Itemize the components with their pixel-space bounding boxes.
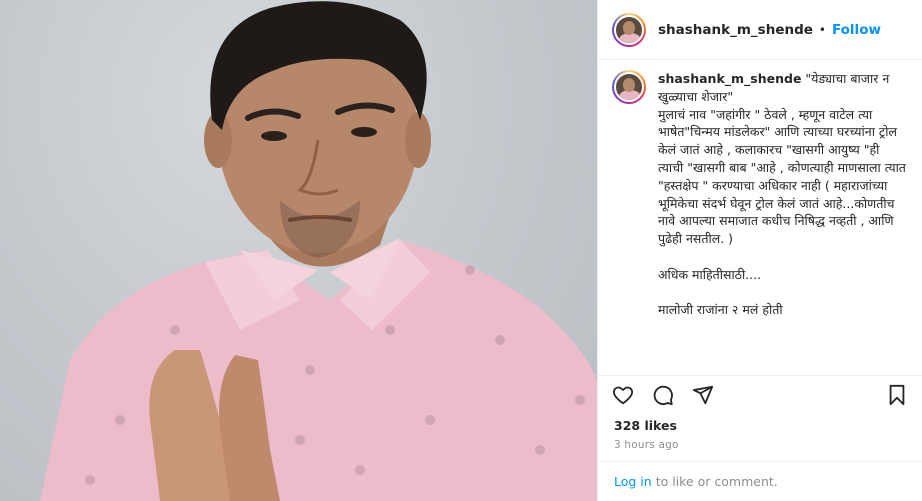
action-bar xyxy=(598,375,922,413)
instagram-post: shashank_m_shende • Follow shashank_m_sh… xyxy=(0,0,922,501)
comment-icon[interactable] xyxy=(650,382,676,408)
likes-count[interactable]: 328 likes xyxy=(598,413,922,435)
bookmark-icon[interactable] xyxy=(884,382,910,408)
portrait-image xyxy=(40,1,597,501)
caption-avatar[interactable] xyxy=(612,70,646,104)
login-prompt-text: to like or comment. xyxy=(655,474,778,489)
send-icon[interactable] xyxy=(690,382,716,408)
login-prompt: Log in to like or comment. xyxy=(598,461,922,501)
post-photo[interactable] xyxy=(0,0,597,501)
post-side-panel: shashank_m_shende • Follow shashank_m_sh… xyxy=(597,0,922,501)
separator-dot: • xyxy=(818,22,826,37)
avatar[interactable] xyxy=(612,12,646,47)
caption-text: shashank_m_shende "येड्याचा बाजार न खुळ्… xyxy=(658,70,908,375)
login-link[interactable]: Log in xyxy=(614,474,652,489)
post-timestamp[interactable]: 3 hours ago xyxy=(598,435,922,455)
caption-username[interactable]: shashank_m_shende xyxy=(658,71,801,86)
post-header: shashank_m_shende • Follow xyxy=(598,0,922,60)
follow-button[interactable]: Follow xyxy=(832,22,881,38)
caption-area: shashank_m_shende "येड्याचा बाजार न खुळ्… xyxy=(598,60,922,375)
caption-body: "येड्याचा बाजार न खुळ्याचा शेजार" मुलाचं… xyxy=(658,71,906,318)
heart-icon[interactable] xyxy=(610,382,636,408)
username-link[interactable]: shashank_m_shende xyxy=(658,22,813,38)
